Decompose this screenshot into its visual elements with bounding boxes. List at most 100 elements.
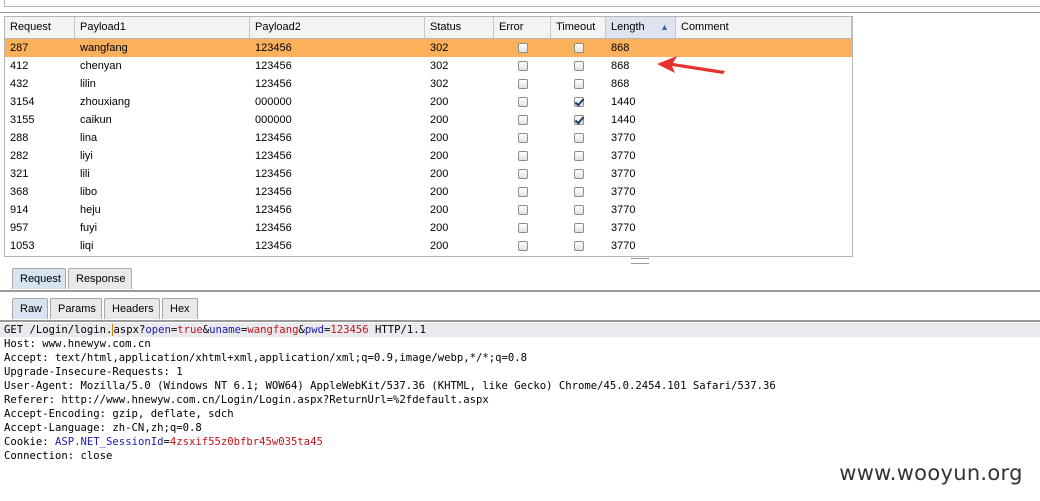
table-row[interactable]: 3154 zhouxiang 000000 200 1440 [5,93,852,111]
tab-params[interactable]: Params [50,298,102,319]
timeout-checkbox[interactable] [574,133,584,143]
cell-request: 3155 [10,114,35,126]
error-checkbox[interactable] [518,151,528,161]
cell-length: 868 [611,78,630,90]
col-status-header[interactable]: Status [425,17,494,38]
cell-request: 914 [10,204,29,216]
cell-payload2: 123456 [255,132,292,144]
tab-hex[interactable]: Hex [162,298,198,319]
header-line: Accept-Language: zh-CN,zh;q=0.8 [4,422,202,434]
tab-response[interactable]: Response [68,268,132,289]
timeout-checkbox[interactable] [574,151,584,161]
error-checkbox[interactable] [518,187,528,197]
timeout-checkbox[interactable] [574,115,584,125]
timeout-checkbox[interactable] [574,97,584,107]
cell-payload2: 123456 [255,78,292,90]
cell-comment [676,147,852,165]
cookie-line: Cookie: ASP.NET_SessionId=4zsxif55z0bfbr… [4,436,323,448]
table-row[interactable]: 1053 liqi 123456 200 3770 [5,237,852,255]
table-row[interactable]: 432 lilin 123456 302 868 [5,75,852,93]
col-payload2-label: Payload2 [255,21,301,33]
cell-status: 200 [430,204,449,216]
red-arrow-annotation [657,56,725,74]
col-comment-header[interactable]: Comment [676,17,852,38]
watermark: www.wooyun.org [828,456,1034,490]
table-row[interactable]: 914 heju 123456 200 3770 [5,201,852,219]
cell-request: 282 [10,150,29,162]
table-row[interactable]: 957 fuyi 123456 200 3770 [5,219,852,237]
col-status-label: Status [430,21,462,33]
col-error-header[interactable]: Error [494,17,551,38]
tab-headers[interactable]: Headers [104,298,160,319]
cell-status: 200 [430,114,449,126]
col-comment-label: Comment [681,21,729,33]
cell-payload1: caikun [80,114,112,126]
error-checkbox[interactable] [518,79,528,89]
timeout-checkbox[interactable] [574,79,584,89]
col-payload2-header[interactable]: Payload2 [250,17,425,38]
col-request-header[interactable]: Request [5,17,75,38]
cell-length: 3770 [611,168,636,180]
error-checkbox[interactable] [518,61,528,71]
error-checkbox[interactable] [518,133,528,143]
cell-comment [676,129,852,147]
timeout-checkbox[interactable] [574,187,584,197]
param-name-pwd: pwd [304,324,324,336]
timeout-checkbox[interactable] [574,43,584,53]
col-error-label: Error [499,21,524,33]
cell-request: 288 [10,132,29,144]
cell-payload1: zhouxiang [80,96,131,108]
cell-payload2: 000000 [255,96,292,108]
pane-splitter-handle[interactable] [631,258,649,264]
col-payload1-header[interactable]: Payload1 [75,17,250,38]
param-value-uname: wangfang [247,324,299,336]
tab-raw[interactable]: Raw [12,298,48,319]
cell-payload2: 123456 [255,186,292,198]
cell-payload1: lili [80,168,90,180]
col-length-header[interactable]: Length ▲ [606,17,676,38]
timeout-checkbox[interactable] [574,223,584,233]
table-row[interactable]: 282 liyi 123456 200 3770 [5,147,852,165]
header-line: Host: www.hnewyw.com.cn [4,338,151,350]
error-checkbox[interactable] [518,43,528,53]
cell-request: 287 [10,42,29,54]
cell-length: 3770 [611,240,636,252]
request-path-rest: aspx? [113,324,146,336]
col-timeout-label: Timeout [556,21,596,33]
error-checkbox[interactable] [518,241,528,251]
cookie-value: 4zsxif55z0bfbr45w035ta45 [169,436,323,448]
timeout-checkbox[interactable] [574,61,584,71]
header-line: Accept: text/html,application/xhtml+xml,… [4,352,527,364]
error-checkbox[interactable] [518,205,528,215]
request-response-tabs: Request Response [0,266,1040,292]
message-view-tabs: Raw Params Headers Hex [0,296,1040,322]
error-checkbox[interactable] [518,223,528,233]
timeout-checkbox[interactable] [574,169,584,179]
error-checkbox[interactable] [518,115,528,125]
cell-payload1: heju [80,204,101,216]
cell-comment [676,201,852,219]
param-value-pwd: 123456 [330,324,369,336]
cell-payload2: 123456 [255,60,292,72]
timeout-checkbox[interactable] [574,205,584,215]
param-value-open: true [177,324,203,336]
cell-payload2: 123456 [255,240,292,252]
error-checkbox[interactable] [518,169,528,179]
table-row[interactable]: 321 lili 123456 200 3770 [5,165,852,183]
table-row[interactable]: 3155 caikun 000000 200 1440 [5,111,852,129]
timeout-checkbox[interactable] [574,241,584,251]
cell-status: 200 [430,168,449,180]
cell-comment [676,93,852,111]
results-table[interactable]: Request Payload1 Payload2 Status Error Timeou… [4,16,853,257]
cell-request: 432 [10,78,29,90]
filter-bar[interactable] [4,0,1040,7]
table-row[interactable]: 368 libo 123456 200 3770 [5,183,852,201]
col-timeout-header[interactable]: Timeout [551,17,606,38]
table-row[interactable]: 288 lina 123456 200 3770 [5,129,852,147]
cell-comment [676,183,852,201]
tab-request[interactable]: Request [12,268,66,289]
request-protocol: HTTP/1.1 [368,324,427,336]
cell-payload2: 123456 [255,222,292,234]
col-request-label: Request [10,21,51,33]
error-checkbox[interactable] [518,97,528,107]
